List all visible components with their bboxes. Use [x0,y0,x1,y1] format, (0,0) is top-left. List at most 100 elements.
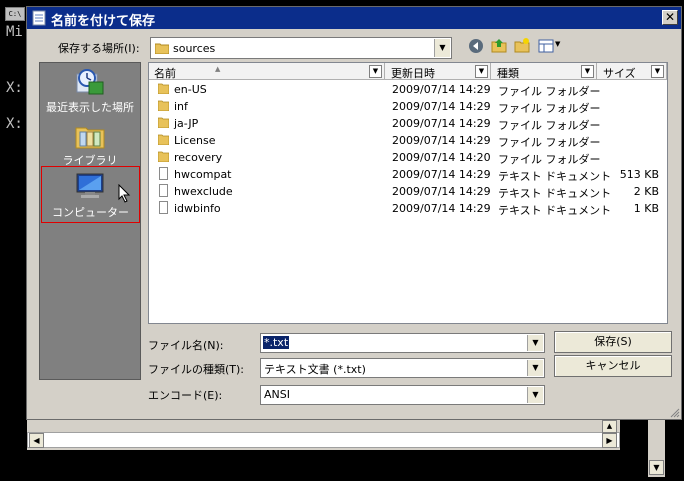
folder-icon [158,83,169,94]
encoding-select[interactable]: ANSI ▼ [260,385,545,405]
place-recent[interactable]: 最近表示した場所 [40,66,140,116]
cancel-button[interactable]: キャンセル [554,355,672,377]
scroll-right-icon[interactable]: ▶ [602,433,617,448]
computer-icon [76,173,104,198]
mouse-cursor-icon [118,184,131,203]
file-name: idwbinfo [174,202,221,215]
place-computer[interactable]: コンピューター [41,166,140,223]
console-scroll-up-arrow[interactable]: ▲ [602,420,617,433]
encoding-value: ANSI [264,388,290,401]
folder-icon [158,151,169,162]
location-combo[interactable]: sources ▼ [150,37,452,59]
close-button[interactable]: ✕ [662,10,678,25]
encoding-label: エンコード(E): [148,389,223,402]
file-size: 1 KB [633,202,659,215]
place-label-computer: コンピューター [52,206,129,219]
table-row[interactable]: inf 2009/07/14 14:29 ファイル フォルダー [149,98,667,115]
folder-icon [155,43,169,54]
file-date: 2009/07/14 14:29 [392,100,491,113]
file-date: 2009/07/14 14:29 [392,134,491,147]
file-type: ファイル フォルダー [498,102,601,115]
file-size: 2 KB [633,185,659,198]
file-type: ファイル フォルダー [498,153,601,166]
column-name-label: 名前 [154,67,176,80]
folder-icon [158,100,169,111]
chevron-down-icon[interactable]: ▼ [651,65,664,78]
file-list[interactable]: 名前 ▲ ▼ 更新日時 ▼ 種類 ▼ サイズ ▼ en-US 2009/07/1… [148,62,668,324]
filetype-select[interactable]: テキスト文書 (*.txt) ▼ [260,358,545,378]
console-text-line-1: Mi [6,24,23,40]
column-header-type[interactable]: 種類 ▼ [491,63,597,80]
view-menu-icon[interactable]: ▼ [538,38,562,54]
console-window-icon: C:\ [5,7,25,21]
text-file-icon [159,184,168,197]
file-type: ファイル フォルダー [498,85,601,98]
filename-combo[interactable]: *.txt ▼ [260,333,545,353]
text-file-icon [159,201,168,214]
file-type: ファイル フォルダー [498,136,601,149]
file-type: ファイル フォルダー [498,119,601,132]
console-horizontal-scrollbar[interactable]: ◀ ▶ [27,420,620,450]
table-row[interactable]: License 2009/07/14 14:29 ファイル フォルダー [149,132,667,149]
notepad-icon [32,10,46,26]
recent-places-icon [76,69,104,95]
file-type: テキスト ドキュメント [498,187,612,200]
column-header-date[interactable]: 更新日時 ▼ [385,63,491,80]
filename-label: ファイル名(N): [148,339,224,352]
libraries-icon [75,127,105,149]
dialog-title: 名前を付けて保存 [51,14,156,29]
file-type: テキスト ドキュメント [498,170,612,183]
file-type: テキスト ドキュメント [498,204,612,217]
place-label-recent: 最近表示した場所 [46,101,134,114]
console-text-line-2: X: [6,80,23,96]
file-name: License [174,134,216,147]
file-date: 2009/07/14 14:29 [392,168,491,181]
scroll-down-icon[interactable]: ▼ [649,460,664,475]
horizontal-scroll-track[interactable] [27,432,620,448]
table-row[interactable]: hwcompat 2009/07/14 14:29 テキスト ドキュメント 51… [149,166,667,183]
chevron-down-icon[interactable]: ▼ [475,65,488,78]
file-date: 2009/07/14 14:20 [392,151,491,164]
table-row[interactable]: idwbinfo 2009/07/14 14:29 テキスト ドキュメント 1 … [149,200,667,217]
table-row[interactable]: en-US 2009/07/14 14:29 ファイル フォルダー [149,81,667,98]
save-button[interactable]: 保存(S) [554,331,672,353]
filetype-value: テキスト文書 (*.txt) [264,363,366,376]
file-name: recovery [174,151,223,164]
text-file-icon [159,167,168,180]
column-size-label: サイズ [603,67,636,80]
column-date-label: 更新日時 [391,67,435,80]
chevron-down-icon[interactable]: ▼ [527,387,543,403]
file-name: en-US [174,83,207,96]
place-libraries[interactable]: ライブラリ [40,120,140,167]
up-folder-icon[interactable] [491,37,507,53]
file-date: 2009/07/14 14:29 [392,202,491,215]
dialog-title-bar[interactable]: 名前を付けて保存 ✕ [27,7,681,29]
table-row[interactable]: recovery 2009/07/14 14:20 ファイル フォルダー [149,149,667,166]
table-row[interactable]: ja-JP 2009/07/14 14:29 ファイル フォルダー [149,115,667,132]
chevron-down-icon[interactable]: ▼ [527,335,543,351]
file-name: inf [174,100,188,113]
resize-grip-icon[interactable] [668,406,680,418]
file-date: 2009/07/14 14:29 [392,185,491,198]
folder-icon [158,134,169,145]
column-type-label: 種類 [497,67,519,80]
scroll-left-icon[interactable]: ◀ [29,433,44,448]
console-text-line-3: X: [6,116,23,132]
chevron-down-icon[interactable]: ▼ [369,65,382,78]
sort-ascending-icon: ▲ [215,65,221,73]
column-header-size[interactable]: サイズ ▼ [597,63,667,80]
location-value: sources [173,42,216,55]
column-header-name[interactable]: 名前 ▲ ▼ [149,63,385,80]
console-vertical-scrollbar[interactable]: ▼ [648,420,665,477]
file-name: hwcompat [174,168,232,181]
location-label: 保存する場所(I): [58,42,140,55]
table-row[interactable]: hwexclude 2009/07/14 14:29 テキスト ドキュメント 2… [149,183,667,200]
filename-input[interactable]: *.txt [263,336,290,349]
back-icon[interactable] [468,38,484,54]
new-folder-icon[interactable] [514,37,530,53]
file-size: 513 KB [619,168,659,181]
chevron-down-icon[interactable]: ▼ [581,65,594,78]
chevron-down-icon[interactable]: ▼ [527,360,543,376]
chevron-down-icon[interactable]: ▼ [434,39,450,57]
file-date: 2009/07/14 14:29 [392,83,491,96]
